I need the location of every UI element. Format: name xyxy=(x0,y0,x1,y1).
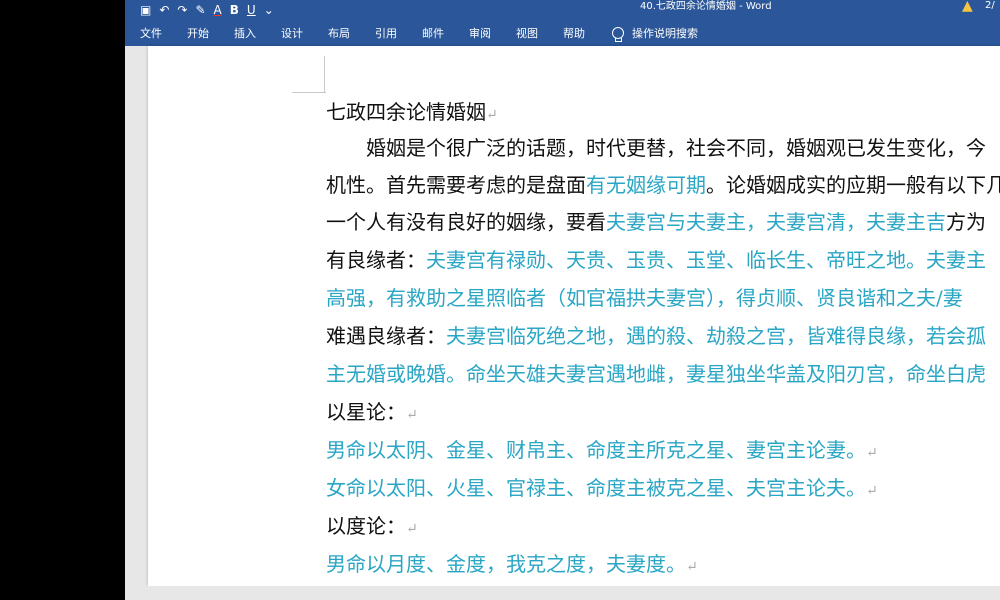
redo-icon[interactable]: ↷ xyxy=(177,3,187,17)
text-run: 机性。首先需要考虑的是盘面 xyxy=(326,173,586,197)
underline-button[interactable]: U xyxy=(247,3,256,17)
tab-home[interactable]: 开始 xyxy=(187,25,209,41)
paragraph: 难遇良缘者：夫妻宫临死绝之地，遇的殺、劫殺之宫，皆难得良缘，若会孤 xyxy=(326,320,986,349)
paragraph: 主无婚或晚婚。命坐天雄夫妻宫遇地雌，妻星独坐华盖及阳刃宫，命坐白虎 xyxy=(326,358,986,387)
format-painter-icon[interactable]: ✎ xyxy=(195,3,205,17)
tab-design[interactable]: 设计 xyxy=(281,25,303,41)
highlight-run: 有无姻缘可期 xyxy=(586,173,706,197)
highlight-run: 夫妻宫有禄勋、天贵、玉贵、玉堂、临长生、帝旺之地。夫妻主 xyxy=(426,248,986,272)
tell-me-search[interactable]: 操作说明搜索 xyxy=(612,20,698,46)
highlight-run: 主无婚或晚婚。命坐天雄夫妻宫遇地雌，妻星独坐华盖及阳刃宫，命坐白虎 xyxy=(326,362,986,386)
document-page[interactable] xyxy=(148,46,1000,586)
text-run: 以度论： xyxy=(326,514,406,538)
tell-me-label: 操作说明搜索 xyxy=(632,27,698,40)
ribbon-tabs: 文件 开始 插入 设计 布局 引用 邮件 审阅 视图 帮助 xyxy=(140,20,610,46)
paragraph: 男命以月度、金度，我克之度，夫妻度。↵ xyxy=(326,548,698,577)
paragraph-mark: ↵ xyxy=(686,559,698,575)
paragraph: 男命以太阴、金星、财帛主、命度主所克之星、妻宫主论妻。↵ xyxy=(326,434,878,463)
margin-marker xyxy=(324,56,325,92)
paragraph-mark: ↵ xyxy=(486,107,498,123)
paragraph: 高强，有救助之星照临者（如官福拱夫妻宫），得贞顺、贤良谐和之夫/妻 xyxy=(326,282,963,311)
paragraph: 以星论：↵ xyxy=(326,396,418,425)
window-title: 40.七政四余论情婚姻 - Word xyxy=(640,1,772,12)
tab-mailings[interactable]: 邮件 xyxy=(422,25,444,41)
tab-layout[interactable]: 布局 xyxy=(328,25,350,41)
lightbulb-icon xyxy=(612,27,624,42)
undo-icon[interactable]: ↶ xyxy=(159,3,169,17)
bold-button[interactable]: B xyxy=(230,3,239,17)
doc-title: 七政四余论情婚姻 xyxy=(326,100,486,124)
doc-title-line: 七政四余论情婚姻↵ xyxy=(326,96,498,125)
paragraph: 有良缘者：夫妻宫有禄勋、天贵、玉贵、玉堂、临长生、帝旺之地。夫妻主 xyxy=(326,244,986,273)
warning-icon[interactable]: ▲ xyxy=(962,0,973,14)
paragraph: 女命以太阳、火星、官禄主、命度主被克之星、夫宫主论夫。↵ xyxy=(326,472,878,501)
tab-review[interactable]: 审阅 xyxy=(469,25,491,41)
highlight-run: 男命以月度、金度，我克之度，夫妻度。 xyxy=(326,552,686,576)
text-run: 难遇良缘者： xyxy=(326,324,446,348)
paragraph: 一个人有没有良好的姻缘，要看夫妻宫与夫妻主，夫妻宫清，夫妻主吉方为 xyxy=(326,206,986,235)
paragraph-mark: ↵ xyxy=(866,445,878,461)
highlight-run: 高强，有救助之星照临者（如官福拱夫妻宫），得贞顺、贤良谐和之夫/妻 xyxy=(326,286,963,310)
text-run: 一个人有没有良好的姻缘，要看 xyxy=(326,210,606,234)
paragraph-mark: ↵ xyxy=(866,483,878,499)
paragraph-mark: ↵ xyxy=(406,521,418,537)
paragraph: 机性。首先需要考虑的是盘面有无姻缘可期。论婚姻成实的应期一般有以下几 xyxy=(326,169,1000,198)
left-black-area xyxy=(0,0,125,600)
tab-file[interactable]: 文件 xyxy=(140,25,162,41)
canvas-bottom xyxy=(125,586,1000,600)
save-icon[interactable]: ▣ xyxy=(140,3,151,17)
paragraph: 以度论：↵ xyxy=(326,510,418,539)
paragraph: 婚姻是个很广泛的话题，时代更替，社会不同，婚姻观已发生变化，今 xyxy=(326,132,986,161)
text-run: 婚姻是个很广泛的话题，时代更替，社会不同，婚姻观已发生变化，今 xyxy=(366,136,986,160)
text-run: 。论婚姻成实的应期一般有以下几 xyxy=(706,173,1000,197)
text-run: 以星论： xyxy=(326,400,406,424)
font-color-button[interactable]: A xyxy=(214,3,222,17)
margin-marker xyxy=(292,92,326,93)
paragraph-mark: ↵ xyxy=(406,407,418,423)
text-run: 方为 xyxy=(946,210,986,234)
highlight-run: 女命以太阳、火星、官禄主、命度主被克之星、夫宫主论夫。 xyxy=(326,476,866,500)
tab-references[interactable]: 引用 xyxy=(375,25,397,41)
tab-view[interactable]: 视图 xyxy=(516,25,538,41)
highlight-run: 夫妻宫临死绝之地，遇的殺、劫殺之宫，皆难得良缘，若会孤 xyxy=(446,324,986,348)
text-run: 有良缘者： xyxy=(326,248,426,272)
title-right-text: 2/ xyxy=(985,0,995,11)
chevron-down-icon[interactable]: ⌄ xyxy=(264,3,274,17)
highlight-run: 男命以太阴、金星、财帛主、命度主所克之星、妻宫主论妻。 xyxy=(326,438,866,462)
quick-access-toolbar: ▣ ↶ ↷ ✎ A B U ⌄ xyxy=(140,0,274,20)
highlight-run: 夫妻宫与夫妻主，夫妻宫清，夫妻主吉 xyxy=(606,210,946,234)
tab-help[interactable]: 帮助 xyxy=(563,25,585,41)
tab-insert[interactable]: 插入 xyxy=(234,25,256,41)
